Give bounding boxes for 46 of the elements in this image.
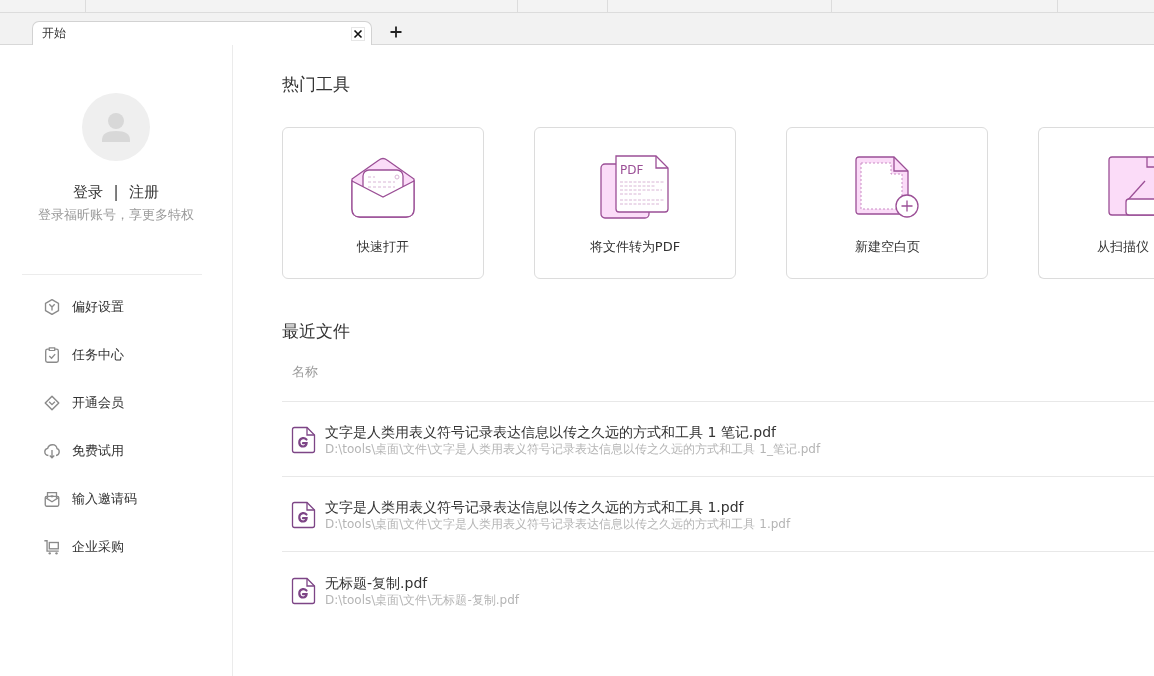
cart-icon [43, 538, 61, 556]
register-link[interactable]: 注册 [128, 182, 159, 202]
hexagon-icon [43, 298, 61, 316]
file-name: 文字是人类用表义符号记录表达信息以传之久远的方式和工具 1 笔记.pdf [325, 423, 778, 441]
section-title: 热门工具 [282, 73, 351, 95]
icon-text: PDF [620, 163, 644, 177]
login-hint-text: 登录福昕账号，享更多特权 [38, 206, 194, 224]
diamond-icon [43, 394, 61, 412]
menu-item[interactable]: 免费试用 [0, 427, 232, 475]
menu-item[interactable]: 输入邀请码 [0, 475, 232, 523]
scanner-page-icon [1107, 155, 1154, 219]
menu-item[interactable]: 企业采购 [0, 523, 232, 571]
close-button[interactable] [351, 26, 365, 41]
file-path: D:\tools\桌面\文件\文字是人类用表义符号记录表达信息以传之久远的方式和工具 1.pdf [325, 516, 791, 532]
tool-card[interactable]: 从扫描仪 [1038, 127, 1154, 279]
document-icon [291, 501, 316, 529]
menu-item[interactable]: 任务中心 [0, 331, 232, 379]
column-header: 名称 [292, 362, 318, 381]
file-row[interactable]: 文字是人类用表义符号记录表达信息以传之久远的方式和工具 1 笔记.pdf D:\tools\桌面\文件\文字是人类用表义符号记录表达信息以传之久远的方式和工具 1_笔记.pdf [282, 402, 1154, 477]
tool-card[interactable]: 新建空白页 [786, 127, 988, 279]
login-link[interactable]: 登录 [73, 182, 104, 202]
blank-page-plus-icon [854, 155, 920, 219]
clipboard-check-icon [43, 346, 61, 364]
cloud-download-icon [43, 442, 61, 460]
tool-card[interactable]: 快速打开 [282, 127, 484, 279]
avatar-icon [82, 93, 150, 161]
file-name: 文字是人类用表义符号记录表达信息以传之久远的方式和工具 1.pdf [325, 498, 745, 516]
file-path: D:\tools\桌面\文件\无标题-复制.pdf [325, 591, 520, 608]
file-row[interactable]: 无标题-复制.pdf D:\tools\桌面\文件\无标题-复制.pdf [282, 552, 1154, 627]
file-name: 无标题-复制.pdf [325, 573, 429, 592]
menu-item[interactable]: 开通会员 [0, 379, 232, 427]
documents-icon [600, 155, 669, 219]
tool-card[interactable]: PDF 将文件转为PDF [534, 127, 736, 279]
separator: | [113, 182, 119, 202]
new-tab-button[interactable] [389, 25, 403, 39]
close-icon [353, 28, 363, 39]
document-icon [291, 426, 316, 454]
tab[interactable]: 开始 [32, 21, 372, 45]
envelope-icon [349, 155, 417, 219]
section-title: 最近文件 [282, 320, 351, 342]
document-icon [291, 576, 316, 605]
plus-icon [390, 26, 402, 38]
menu-item[interactable]: 偏好设置 [0, 283, 232, 331]
envelope-icon [43, 490, 61, 508]
file-row[interactable]: 文字是人类用表义符号记录表达信息以传之久远的方式和工具 1.pdf D:\tools\桌面\文件\文字是人类用表义符号记录表达信息以传之久远的方式和工具 1.pdf [282, 477, 1154, 552]
file-path: D:\tools\桌面\文件\文字是人类用表义符号记录表达信息以传之久远的方式和工具 1_笔记.pdf [325, 441, 821, 457]
